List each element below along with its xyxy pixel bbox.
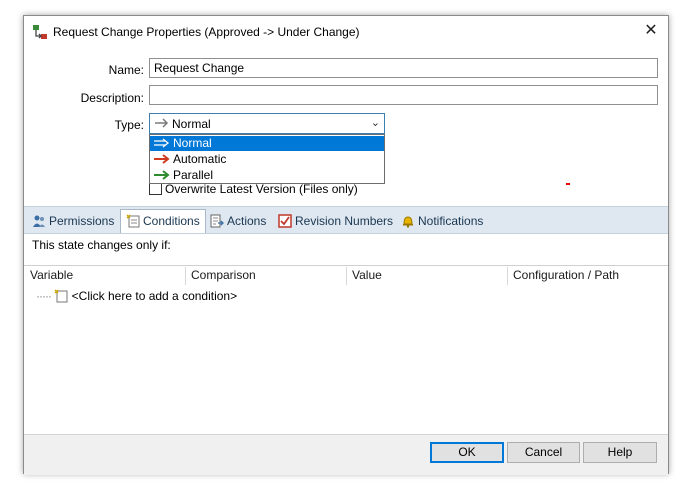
tab-actions[interactable]: Actions [210, 210, 266, 232]
tab-label: Notifications [418, 214, 484, 228]
tab-notifications[interactable]: Notifications [401, 210, 483, 232]
type-select-value: Normal [172, 117, 211, 131]
type-dropdown-list: Normal Automatic Parallel [149, 134, 385, 184]
column-header[interactable]: Configuration / Path [513, 268, 619, 282]
type-option-label: Normal [173, 136, 212, 150]
description-field[interactable] [149, 85, 658, 105]
description-label: Description: [80, 91, 144, 105]
type-option-parallel[interactable]: Parallel [150, 168, 384, 183]
column-header[interactable]: Value [352, 268, 382, 282]
column-header[interactable]: Comparison [191, 268, 256, 282]
add-condition-row[interactable]: ····· <Click here to add a condition> [36, 289, 237, 303]
cancel-button[interactable]: Cancel [507, 442, 580, 463]
type-option-automatic[interactable]: Automatic [150, 152, 384, 167]
tab-revision-numbers[interactable]: Revision Numbers [278, 210, 393, 232]
bell-icon [403, 216, 413, 228]
tab-permissions[interactable]: Permissions [32, 210, 114, 232]
state-transition-icon [33, 25, 47, 39]
tab-label: Conditions [143, 214, 200, 228]
type-option-label: Parallel [173, 168, 214, 182]
overwrite-checkbox-row[interactable]: Overwrite Latest Version (Files only) [149, 182, 358, 196]
window-title: Request Change Properties (Approved -> U… [53, 25, 360, 39]
type-select[interactable]: Normal ⌄ [149, 113, 385, 134]
name-field[interactable]: Request Change [149, 58, 658, 78]
add-condition-link[interactable]: <Click here to add a condition> [72, 289, 237, 303]
conditions-grid-header: Variable Comparison Value Configuration … [24, 265, 668, 286]
tree-connector: ····· [36, 289, 52, 303]
tab-conditions[interactable]: Conditions [120, 209, 206, 233]
tab-strip: Permissions Conditions Actions Revision … [24, 206, 668, 234]
help-button[interactable]: Help [583, 442, 657, 463]
conditions-icon [126, 214, 140, 228]
arrow-normal-icon [154, 138, 170, 148]
button-bar: OK Cancel Help [24, 434, 668, 475]
tab-label: Revision Numbers [295, 214, 394, 228]
arrow-parallel-icon [154, 170, 170, 180]
type-option-normal[interactable]: Normal [150, 136, 384, 151]
red-marker [566, 183, 570, 185]
arrow-automatic-icon [154, 154, 170, 164]
conditions-description: This state changes only if: [32, 238, 171, 252]
overwrite-label: Overwrite Latest Version (Files only) [165, 182, 358, 196]
actions-icon [210, 214, 224, 228]
column-divider[interactable] [346, 267, 347, 285]
close-button[interactable]: ✕ [634, 16, 668, 46]
people-icon [33, 215, 45, 227]
column-divider[interactable] [507, 267, 508, 285]
name-label: Name: [108, 63, 144, 77]
tab-pane-divider [24, 233, 668, 234]
arrow-normal-icon [155, 118, 169, 128]
ok-button[interactable]: OK [430, 442, 504, 463]
tab-label: Actions [227, 214, 267, 228]
column-divider[interactable] [185, 267, 186, 285]
chevron-down-icon[interactable]: ⌄ [371, 116, 380, 129]
type-label: Type: [114, 118, 144, 132]
new-condition-icon [54, 289, 68, 303]
column-header[interactable]: Variable [30, 268, 73, 282]
tab-label: Permissions [49, 214, 115, 228]
properties-dialog: Request Change Properties (Approved -> U… [23, 15, 669, 475]
title-bar: Request Change Properties (Approved -> U… [24, 16, 668, 48]
revision-icon [278, 214, 292, 228]
type-option-label: Automatic [173, 152, 227, 166]
